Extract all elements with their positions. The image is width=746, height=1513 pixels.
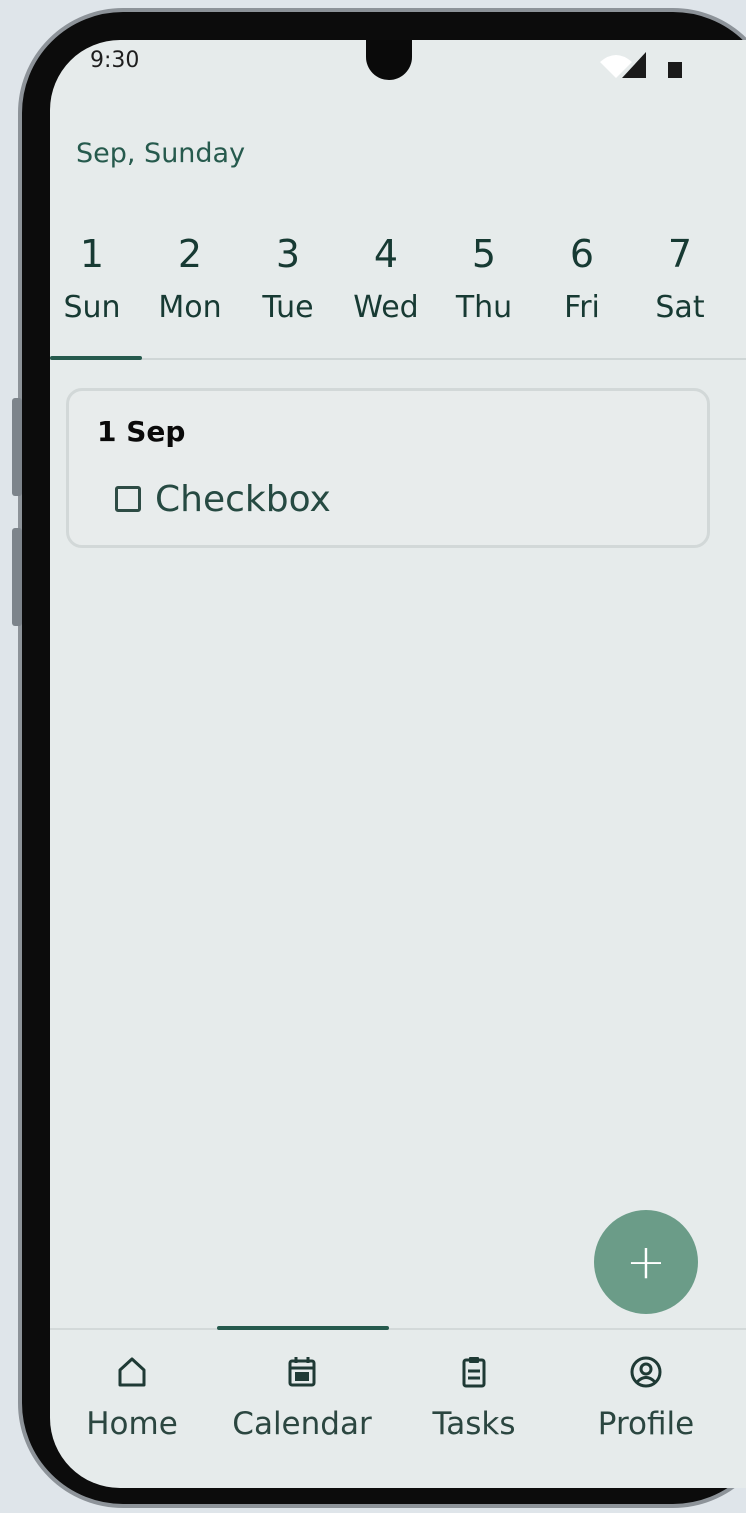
day-name: Sat [655, 290, 705, 325]
nav-label: Profile [597, 1406, 695, 1442]
active-nav-indicator [217, 1326, 389, 1330]
nav-item-calendar[interactable]: Calendar [216, 1350, 388, 1468]
battery-icon [668, 54, 682, 78]
front-camera [366, 40, 412, 80]
nav-item-tasks[interactable]: Tasks [388, 1350, 560, 1468]
status-icons [598, 48, 688, 78]
day-number: 3 [275, 232, 301, 276]
day-name: Sun [63, 290, 121, 325]
app-screen: 9:30 Sep, Sunday 1 Sun 2 Mon 3 Tue 4 Wed… [50, 40, 746, 1488]
plus-icon: + [625, 1234, 667, 1290]
task-row[interactable]: Checkbox [115, 475, 331, 523]
day-tab-tue[interactable]: 3 Tue [240, 228, 336, 360]
nav-label: Tasks [432, 1406, 516, 1442]
day-name: Wed [353, 290, 419, 325]
nav-item-home[interactable]: Home [50, 1350, 218, 1468]
day-number: 7 [667, 232, 693, 276]
day-tab-fri[interactable]: 6 Fri [534, 228, 630, 360]
day-tab-thu[interactable]: 5 Thu [436, 228, 532, 360]
task-checkbox[interactable] [115, 486, 141, 512]
event-card[interactable]: 1 Sep Checkbox [66, 388, 710, 548]
volume-up-button [12, 398, 22, 496]
day-name: Fri [564, 290, 600, 325]
day-number: 6 [569, 232, 595, 276]
day-tab-wed[interactable]: 4 Wed [338, 228, 434, 360]
selected-day-indicator [50, 356, 142, 360]
day-number: 1 [79, 232, 105, 276]
day-number: 4 [373, 232, 399, 276]
bottom-nav: Home Calendar Tasks Profile [50, 1326, 746, 1488]
clipboard-icon [388, 1354, 560, 1394]
nav-item-profile[interactable]: Profile [560, 1350, 732, 1468]
day-number: 2 [177, 232, 203, 276]
status-time: 9:30 [90, 48, 140, 73]
day-tab-mon[interactable]: 2 Mon [142, 228, 238, 360]
calendar-icon [216, 1354, 388, 1394]
nav-label: Home [86, 1406, 178, 1442]
profile-icon [560, 1354, 732, 1394]
event-date: 1 Sep [97, 415, 186, 448]
day-tab-sun[interactable]: 1 Sun [50, 228, 140, 360]
nav-divider [50, 1328, 746, 1330]
add-button[interactable]: + [594, 1210, 698, 1314]
day-number: 5 [471, 232, 497, 276]
day-tab-sat[interactable]: 7 Sat [632, 228, 728, 360]
day-name: Thu [455, 290, 513, 325]
nav-label: Calendar [232, 1406, 372, 1442]
task-label: Checkbox [155, 478, 331, 520]
home-icon [50, 1354, 218, 1394]
volume-down-button [12, 528, 22, 626]
page-title: Sep, Sunday [76, 138, 246, 169]
day-name: Tue [262, 290, 314, 325]
day-name: Mon [158, 290, 222, 325]
week-strip: 1 Sun 2 Mon 3 Tue 4 Wed 5 Thu 6 Fri 7 Sa… [50, 228, 746, 360]
tab-divider [50, 358, 746, 360]
